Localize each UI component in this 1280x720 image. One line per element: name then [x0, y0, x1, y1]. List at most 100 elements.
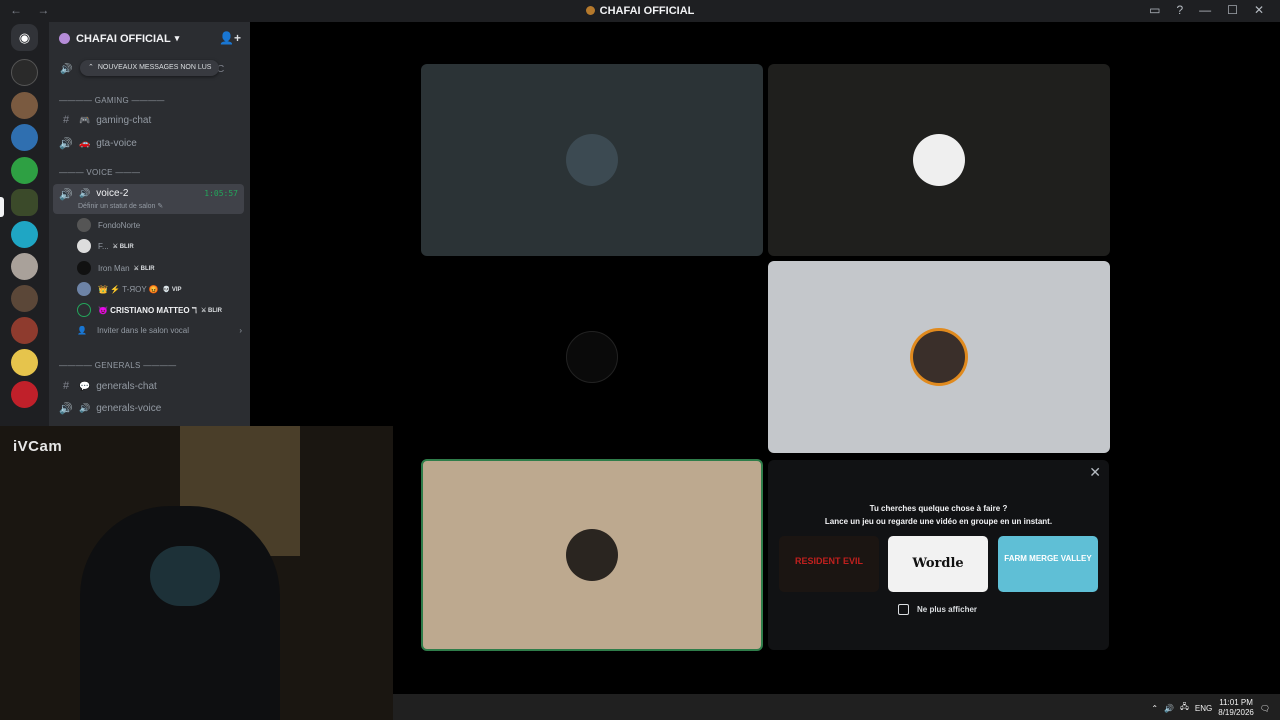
member-name: 😈 CRISTIANO MATTEO ℸ	[98, 305, 197, 315]
add-user-icon: 👤	[77, 326, 87, 335]
dont-show-label: Ne plus afficher	[917, 605, 978, 614]
minimize-button[interactable]: —	[1199, 3, 1211, 17]
avatar	[566, 529, 618, 581]
game-card-resident-evil[interactable]: RESIDENT EVIL	[779, 536, 879, 592]
help-icon[interactable]: ?	[1176, 3, 1183, 17]
participant-tile[interactable]	[421, 261, 763, 453]
speaker-icon: 🔊	[59, 189, 73, 201]
member-name: 👑 ⚡ T-ЯOY 😡	[98, 284, 159, 294]
face-mask	[150, 546, 220, 606]
chevron-up-icon[interactable]: ⌃	[1151, 704, 1158, 713]
notification-icon[interactable]: 🗨	[1260, 704, 1270, 713]
server-icon[interactable]	[11, 285, 38, 312]
set-channel-status[interactable]: Définir un statut de salon ✎	[78, 202, 163, 210]
member-tag: 💀 VIP	[162, 286, 182, 293]
unread-messages-banner[interactable]: ⌃ NOUVEAUX MESSAGES NON LUS	[80, 60, 220, 76]
hash-icon: #	[62, 114, 70, 126]
channel-voice-2[interactable]: 🔊 🔊 voice-2 1:05:57 Définir un statut de s…	[53, 184, 244, 214]
close-icon[interactable]: ✕	[1089, 464, 1101, 481]
voice-member[interactable]: FondoNorte	[77, 216, 144, 234]
avatar	[77, 261, 91, 275]
game-card-wordle[interactable]: Wordle	[888, 536, 988, 592]
camera-label: iVCam	[13, 438, 63, 455]
channel-label: voice-2	[96, 188, 129, 199]
avatar	[77, 303, 91, 317]
participant-tile[interactable]	[421, 64, 763, 256]
clock-time: 11:01 PM	[1219, 698, 1253, 707]
channel-label: generals-chat	[96, 380, 157, 392]
avatar	[77, 282, 91, 296]
gamepad-icon: 🎮	[79, 114, 91, 125]
volume-icon[interactable]: 🔊	[1164, 704, 1174, 713]
participant-tile[interactable]	[768, 261, 1110, 453]
speaker-icon: 🔊	[79, 402, 91, 413]
chevron-down-icon: ▾	[174, 33, 180, 43]
voice-member[interactable]: 👑 ⚡ T-ЯOY 😡 💀 VIP	[77, 280, 182, 298]
system-tray: ⌃ 🔊 🖧 ENG 11:01 PM 8/19/2026 🗨	[1151, 698, 1270, 718]
voice-stage	[250, 22, 1280, 694]
voice-member[interactable]: 😈 CRISTIANO MATTEO ℸ ⚔ BLIR	[77, 301, 222, 319]
game-title: RESIDENT EVIL	[794, 556, 863, 566]
member-tag: ⚔ BLIR	[200, 307, 223, 314]
activity-line-1: Tu cherches quelque chose à faire ?	[869, 504, 1008, 513]
server-icon	[585, 6, 595, 15]
server-icon[interactable]	[11, 59, 38, 86]
chevron-right-icon: ›	[239, 326, 242, 335]
dont-show-again[interactable]: Ne plus afficher	[898, 604, 977, 615]
voice-member[interactable]: Iron Man ⚔ BLIR	[77, 259, 155, 277]
window-titlebar: ← → CHAFAI OFFICIAL ▭ ? — ☐ ✕	[0, 0, 1280, 22]
invite-to-voice-button[interactable]: 👤 Inviter dans le salon vocal ›	[77, 326, 242, 335]
hash-icon: #	[62, 380, 70, 392]
category-generals[interactable]: ———— GENERALS ————	[59, 361, 176, 370]
network-icon[interactable]: 🖧	[1180, 701, 1189, 715]
channel-label: generals-voice	[96, 402, 162, 414]
activity-suggestion-panel: ✕ Tu cherches quelque chose à faire ? Lan…	[768, 460, 1109, 650]
participant-tile[interactable]	[768, 64, 1110, 256]
server-icon[interactable]	[11, 92, 38, 119]
game-card-farm-merge-valley[interactable]: FARM MERGE VALLEY	[998, 536, 1098, 592]
arrow-up-icon: ⌃	[88, 64, 94, 71]
checkbox[interactable]	[898, 604, 909, 615]
chat-icon: 💬	[79, 380, 91, 391]
server-list: ◉	[0, 22, 49, 426]
participant-tile-speaking[interactable]	[421, 459, 763, 651]
webcam-overlay: iVCam	[0, 426, 393, 720]
clock[interactable]: 11:01 PM 8/19/2026	[1218, 698, 1254, 718]
avatar	[913, 134, 965, 186]
member-name: FondoNorte	[98, 220, 141, 230]
server-icon[interactable]	[11, 157, 38, 184]
channel-generals-chat[interactable]: # 💬 generals-chat	[53, 375, 244, 397]
server-icon-chafai[interactable]	[11, 189, 38, 216]
car-icon: 🚗	[79, 137, 91, 148]
server-icon[interactable]	[11, 124, 38, 151]
channel-label: gta-voice	[96, 137, 137, 149]
server-header[interactable]: CHAFAI OFFICIAL ▾ 👤+	[49, 22, 250, 55]
channel-label: gaming-chat	[96, 114, 152, 126]
close-button[interactable]: ✕	[1254, 3, 1264, 17]
member-tag: ⚔ BLIR	[133, 265, 155, 272]
server-icon[interactable]	[11, 381, 38, 408]
server-icon[interactable]	[11, 317, 38, 344]
member-name: Iron Man	[98, 263, 130, 273]
inbox-icon[interactable]: ▭	[1149, 3, 1160, 17]
maximize-button[interactable]: ☐	[1227, 3, 1238, 17]
channel-generals-voice[interactable]: 🔊 🔊 generals-voice	[53, 397, 244, 419]
unread-banner-text: NOUVEAUX MESSAGES NON LUS	[97, 64, 212, 71]
server-icon[interactable]	[11, 253, 38, 280]
server-icon[interactable]	[11, 221, 38, 248]
category-gaming[interactable]: ———— GAMING ————	[59, 96, 165, 105]
speaker-icon: 🔊	[59, 137, 73, 150]
channel-gaming-chat[interactable]: # 🎮 gaming-chat	[53, 109, 244, 131]
language-indicator[interactable]: ENG	[1195, 704, 1212, 713]
add-member-icon[interactable]: 👤+	[219, 31, 241, 45]
channel-gta-voice[interactable]: 🔊 🚗 gta-voice	[53, 132, 244, 154]
avatar	[77, 239, 91, 253]
discord-home-icon[interactable]: ◉	[11, 24, 38, 51]
taskbar: ⌃ 🔊 🖧 ENG 11:01 PM 8/19/2026 🗨	[393, 694, 1280, 720]
voice-member[interactable]: F... ⚔ BLIR	[77, 237, 134, 255]
speaker-icon: 🔊	[60, 64, 73, 75]
server-icon[interactable]	[11, 349, 38, 376]
window-controls: ▭ ? — ☐ ✕	[1149, 3, 1264, 17]
invite-label: Inviter dans le salon vocal	[96, 326, 190, 335]
category-voice[interactable]: ——— VOICE ———	[59, 168, 140, 177]
